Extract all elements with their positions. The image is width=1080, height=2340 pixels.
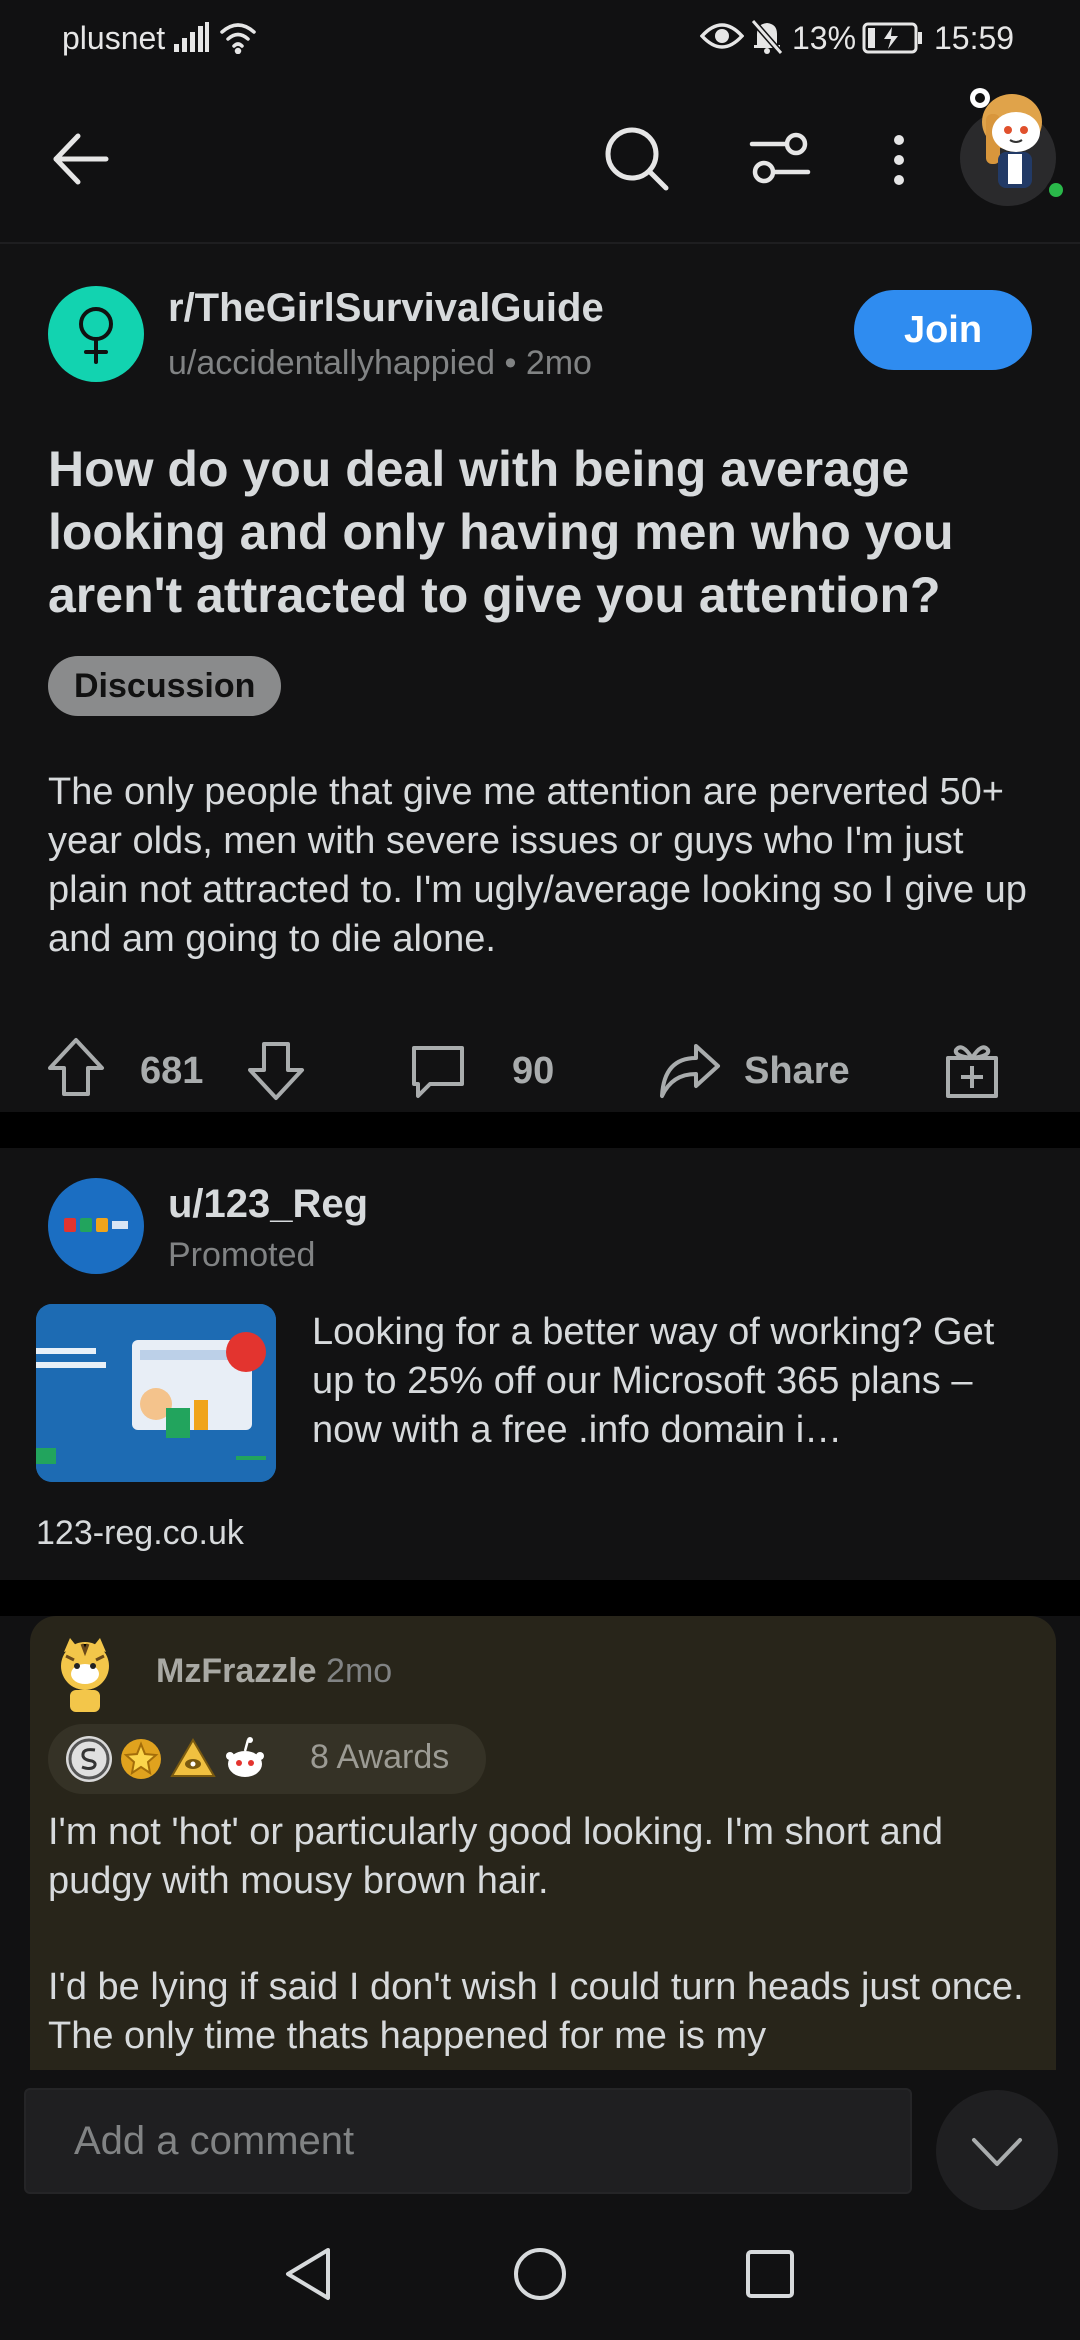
upvote-icon[interactable] [46, 1036, 106, 1098]
online-status-dot [1049, 183, 1063, 197]
post-body: The only people that give me attention a… [48, 771, 1027, 960]
silver-award-icon [66, 1736, 112, 1782]
top-nav-bar [0, 76, 1080, 244]
comment-paragraph: I'm not 'hot' or particularly good looki… [48, 1811, 944, 1902]
clock: 15:59 [934, 20, 1015, 56]
awards-bar[interactable]: 8 Awards [48, 1724, 486, 1794]
gift-award-icon[interactable] [942, 1040, 1002, 1100]
battery-charging-icon [862, 22, 924, 54]
subreddit-name[interactable]: r/TheGirlSurvivalGuide [168, 286, 604, 331]
comment-body: I'm not 'hot' or particularly good looki… [48, 1808, 1048, 2076]
back-arrow-icon[interactable] [48, 126, 114, 192]
nav-recents-icon[interactable] [744, 2248, 796, 2300]
ad-headline[interactable]: Looking for a better way of working? Get… [312, 1308, 1042, 1455]
snoo-award-icon [222, 1736, 268, 1782]
battery-percent: 13% [792, 20, 857, 56]
comment-bubble-icon[interactable] [408, 1042, 468, 1102]
add-comment-input[interactable]: Add a comment [24, 2088, 912, 2194]
more-vert-icon[interactable] [884, 132, 914, 188]
comment-paragraph: I'd be lying if said I don't wish I coul… [48, 1966, 1024, 2057]
promoted-post[interactable]: u/123_Reg Promoted Looking for a better … [0, 1148, 1080, 1580]
awards-count: 8 Awards [310, 1738, 450, 1776]
post-title: How do you deal with being average looki… [48, 441, 954, 623]
post-author[interactable]: u/accidentallyhappied [168, 344, 495, 382]
chevron-down-icon [972, 2138, 1022, 2166]
nav-back-icon[interactable] [282, 2246, 334, 2302]
meta-separator: • [495, 344, 526, 382]
star-award-icon [118, 1736, 164, 1782]
advertiser-avatar[interactable] [48, 1178, 144, 1274]
advertiser-name[interactable]: u/123_Reg [168, 1182, 368, 1227]
comment-author[interactable]: MzFrazzle [156, 1652, 317, 1690]
nav-home-icon[interactable] [512, 2246, 568, 2302]
bell-muted-icon [750, 18, 784, 56]
vote-count: 681 [140, 1050, 204, 1092]
ad-domain-link[interactable]: 123-reg.co.uk [36, 1514, 244, 1553]
post-flair[interactable]: Discussion [48, 656, 282, 716]
section-divider [0, 1580, 1080, 1616]
share-label[interactable]: Share [744, 1050, 850, 1093]
eye-icon [700, 20, 744, 52]
user-avatar[interactable] [958, 78, 1070, 206]
comment-author-line: MzFrazzle 2mo [156, 1652, 392, 1691]
sort-filter-icon[interactable] [748, 128, 812, 188]
system-nav-bar [0, 2210, 1080, 2340]
commenter-avatar[interactable] [52, 1634, 118, 1714]
section-divider [0, 1112, 1080, 1148]
join-button[interactable]: Join [854, 290, 1032, 370]
post-age: 2mo [525, 344, 592, 382]
share-icon[interactable] [658, 1042, 722, 1100]
post-action-bar: 681 90 Share [0, 1014, 1080, 1124]
carrier-name: plusnet [62, 20, 166, 56]
downvote-icon[interactable] [246, 1040, 306, 1102]
promoted-label: Promoted [168, 1236, 316, 1274]
post-card: r/TheGirlSurvivalGuide u/accidentallyhap… [0, 244, 1080, 1112]
status-bar: plusnet 13% 15:59 [0, 0, 1080, 76]
comment-composer: Add a comment [0, 2070, 1080, 2212]
ad-thumbnail[interactable] [36, 1304, 276, 1482]
signal-icon [174, 22, 210, 52]
post-meta: u/accidentallyhappied • 2mo [168, 344, 592, 383]
search-icon[interactable] [602, 124, 672, 194]
wifi-icon [218, 20, 258, 54]
collapse-button[interactable] [936, 2090, 1058, 2212]
subreddit-icon[interactable] [48, 286, 144, 382]
comment-card: MzFrazzle 2mo 8 Awards I'm not 'hot' or … [30, 1616, 1056, 2076]
helpful-award-icon [170, 1736, 216, 1782]
comment-age: 2mo [326, 1652, 393, 1690]
comment-count[interactable]: 90 [512, 1050, 554, 1093]
